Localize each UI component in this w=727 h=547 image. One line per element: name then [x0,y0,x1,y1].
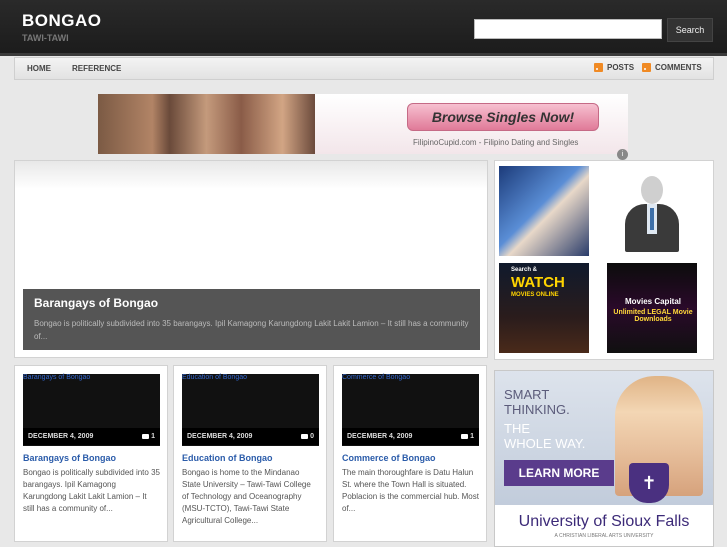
usf-line-4: WHOLE WAY. [504,436,586,451]
main-navigation: HOME REFERENCE POSTS COMMENTS [14,57,714,80]
dating-ad-banner[interactable]: Browse Singles Now! FilipinoCupid.com - … [98,94,628,160]
comment-count-value: 1 [470,433,474,440]
comment-icon [301,434,309,439]
featured-caption: Barangays of Bongao Bongao is politicall… [23,289,480,350]
post-excerpt: Bongao is politically subdivided into 35… [23,468,160,513]
post-date: DECEMBER 4, 2009 [187,433,253,440]
sidebar-ads: Search & WATCH MOVIES ONLINE Movies Capi… [494,160,714,360]
comment-count-value: 1 [151,433,155,440]
comment-count[interactable]: 0 [301,433,314,440]
comment-count[interactable]: 1 [142,433,155,440]
movies-ad-title: Movies Capital [624,297,681,306]
featured-post[interactable]: Barangays of Bongao Bongao is politicall… [14,160,488,358]
usf-tagline: A CHRISTIAN LIBERAL ARTS UNIVERSITY [554,532,654,539]
watch-ad-top: Search & [511,267,538,273]
post-title[interactable]: Commerce of Bongao [342,453,436,463]
browse-singles-button[interactable]: Browse Singles Now! [407,103,599,131]
movies-ad-subtitle: Unlimited LEGAL Movie Downloads [613,309,693,323]
watch-movies-ad[interactable]: Search & WATCH MOVIES ONLINE [499,263,589,353]
comment-icon [142,434,150,439]
rss-icon [642,63,651,72]
avatar-ad[interactable] [607,166,697,256]
anime-character-ad[interactable] [499,166,589,256]
ad-photos [98,94,315,154]
watch-ad-sub: MOVIES ONLINE [511,292,559,298]
usf-line-3: THE [504,421,530,436]
site-header: BONGAO TAWI-TAWI Search [0,0,727,56]
ad-brand-text: FilipinoCupid.com - Filipino Dating and … [413,138,579,147]
posts-feed-label: POSTS [607,63,635,72]
nav-item-reference[interactable]: REFERENCE [72,64,121,73]
post-meta: DECEMBER 4, 2009 1 [23,428,160,445]
post-meta: DECEMBER 4, 2009 0 [182,428,319,445]
comments-feed-label: COMMENTS [655,63,702,72]
usf-line-1: SMART [504,387,550,402]
post-meta: DECEMBER 4, 2009 1 [342,428,479,445]
post-title[interactable]: Barangays of Bongao [23,453,116,463]
post-date: DECEMBER 4, 2009 [28,433,94,440]
search-button[interactable]: Search [667,18,713,42]
post-thumbnail-link[interactable]: Education of Bongao [182,374,247,381]
featured-excerpt: Bongao is politically subdivided into 35… [34,319,469,341]
avatar-head [641,176,663,204]
ad-info-icon[interactable]: i [617,149,628,160]
comment-count-value: 0 [310,433,314,440]
site-description: TAWI-TAWI [22,33,69,43]
ad-panel: Browse Singles Now! FilipinoCupid.com - … [315,94,628,154]
usf-name: University of Sioux Falls [518,512,690,530]
posts-feed-link[interactable]: POSTS [594,63,634,72]
site-title[interactable]: BONGAO [22,11,102,31]
search-input[interactable] [474,19,662,39]
rss-icon [594,63,603,72]
post-date: DECEMBER 4, 2009 [347,433,413,440]
nav-item-home[interactable]: HOME [27,64,51,73]
post-card: Barangays of Bongao DECEMBER 4, 2009 1 B… [14,365,168,542]
cross-shield-icon: ✝ [629,463,669,503]
usf-line-2: THINKING. [504,402,570,417]
learn-more-button[interactable]: LEARN MORE [504,460,614,486]
post-card: Education of Bongao DECEMBER 4, 2009 0 E… [173,365,327,542]
avatar-tie [650,208,654,230]
post-excerpt: Bongao is home to the Mindanao State Uni… [182,468,311,525]
post-thumbnail-link[interactable]: Commerce of Bongao [342,374,410,381]
comment-icon [461,434,469,439]
usf-headline: SMART THINKING. [504,387,570,417]
movies-capital-ad[interactable]: Movies Capital Unlimited LEGAL Movie Dow… [607,263,697,353]
comments-feed-link[interactable]: COMMENTS [642,63,702,72]
usf-name-block: University of Sioux Falls A CHRISTIAN LI… [495,505,713,546]
post-thumbnail-link[interactable]: Barangays of Bongao [23,374,90,381]
university-ad[interactable]: SMART THINKING. THE WHOLE WAY. LEARN MOR… [494,370,714,547]
usf-subheadline: THE WHOLE WAY. [504,421,585,451]
featured-title[interactable]: Barangays of Bongao [34,296,158,310]
watch-ad-headline: WATCH [511,274,565,291]
post-excerpt: The main thoroughfare is Datu Halun St. … [342,468,479,513]
post-card: Commerce of Bongao DECEMBER 4, 2009 1 Co… [333,365,487,542]
post-title[interactable]: Education of Bongao [182,453,273,463]
comment-count[interactable]: 1 [461,433,474,440]
featured-image [15,161,487,189]
